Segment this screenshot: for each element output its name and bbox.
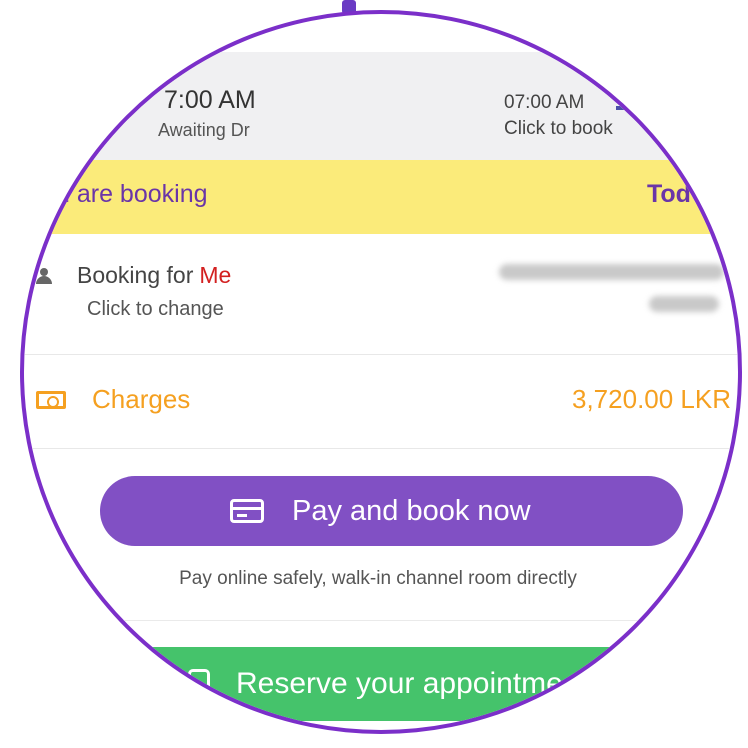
- change-patient-hint: Click to change: [87, 298, 224, 320]
- charges-row: Charges 3,720.00 LKR: [24, 354, 738, 449]
- magnifier-lens: 7:00 AM Awaiting Dr 07:00 AM Click to bo…: [20, 10, 742, 734]
- pay-note: Pay online safely, walk-in channel room …: [179, 568, 577, 589]
- patient-gender-blurred: [649, 296, 719, 312]
- booking-for-row[interactable]: Booking for Me Click to change: [24, 234, 738, 355]
- reserve-appointment-button[interactable]: Reserve your appointme: [122, 647, 722, 721]
- booking-banner: u are booking Tod: [24, 160, 738, 234]
- divider: [24, 620, 738, 621]
- credit-card-icon: [230, 499, 264, 523]
- clock-icon: [188, 669, 210, 691]
- slot-status: Click to book: [504, 118, 613, 139]
- patient-name-blurred: [499, 264, 724, 280]
- booking-for-text: Booking for: [77, 262, 194, 288]
- app-screen: 7:00 AM Awaiting Dr 07:00 AM Click to bo…: [24, 14, 738, 730]
- calendar-icon: [616, 96, 638, 110]
- pay-and-book-button[interactable]: Pay and book now: [100, 476, 683, 546]
- slot-time: 07:00 AM: [504, 92, 585, 113]
- booking-for-value: Me: [199, 262, 232, 288]
- money-icon: [36, 391, 66, 409]
- slot-time: 7:00 AM: [164, 86, 256, 114]
- reserve-button-label: Reserve your appointme: [236, 667, 563, 700]
- slot-status: Awaiting Dr: [158, 120, 250, 140]
- pay-button-label: Pay and book now: [292, 495, 531, 527]
- person-icon: [36, 268, 52, 284]
- booking-banner-text: u are booking: [56, 180, 208, 208]
- time-slot-bookable[interactable]: 07:00 AM Click to book: [504, 92, 638, 140]
- time-slots: 7:00 AM Awaiting Dr 07:00 AM Click to bo…: [24, 52, 738, 160]
- booking-for-label: Booking for Me: [77, 262, 231, 289]
- charges-label: Charges: [92, 384, 191, 414]
- charges-amount: 3,720.00 LKR: [572, 384, 732, 414]
- booking-banner-date: Tod: [647, 180, 691, 208]
